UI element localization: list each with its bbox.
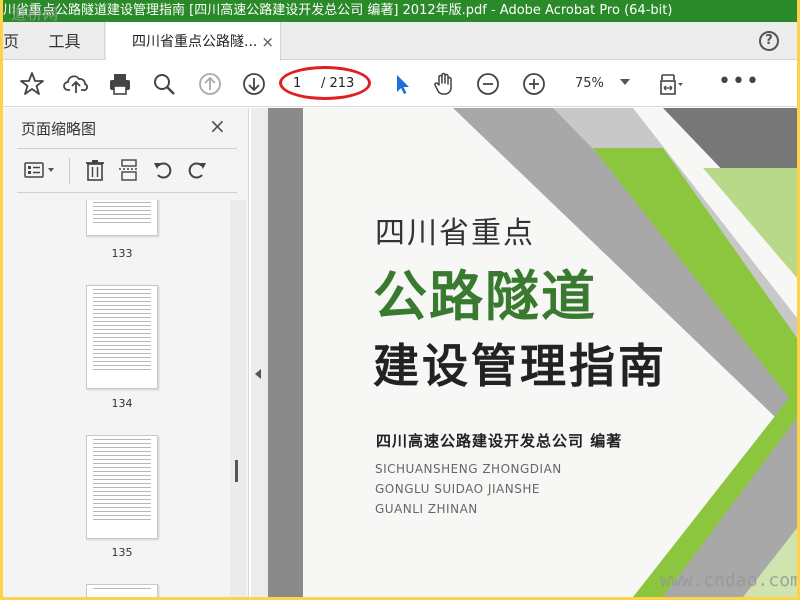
panel-title: 页面缩略图 bbox=[21, 120, 97, 138]
tab-document[interactable]: 四川省重点公路隧... × bbox=[106, 22, 281, 61]
select-cursor-icon[interactable] bbox=[389, 71, 415, 97]
panel-close-icon[interactable]: × bbox=[209, 114, 226, 138]
red-annotation-circle bbox=[279, 66, 371, 100]
thumbnail-page-number: 133 bbox=[111, 247, 133, 260]
search-icon[interactable] bbox=[151, 71, 177, 97]
tab-close-icon[interactable]: × bbox=[261, 22, 274, 62]
zoom-out-icon[interactable] bbox=[475, 71, 501, 97]
delete-trash-icon[interactable] bbox=[83, 158, 107, 182]
print-icon[interactable] bbox=[107, 71, 133, 97]
fit-page-icon[interactable] bbox=[657, 71, 683, 97]
scrollbar-thumb[interactable] bbox=[235, 460, 238, 482]
collapse-left-icon[interactable] bbox=[255, 369, 261, 379]
zoom-level-select[interactable]: 75% bbox=[575, 73, 604, 95]
tab-bar: 页 工具 四川省重点公路隧... × ? bbox=[3, 22, 797, 61]
watermark-logo-top: 道桥网 bbox=[11, 5, 60, 23]
panel-toolbar-separator bbox=[69, 158, 70, 184]
insert-page-icon[interactable] bbox=[117, 158, 141, 182]
cover-title-line1: 四川省重点 bbox=[375, 216, 535, 251]
page-thumbnail-133[interactable] bbox=[86, 200, 158, 236]
cover-pinyin-line3: GUANLI ZHINAN bbox=[375, 502, 478, 516]
page-thumbnail-136[interactable] bbox=[86, 584, 158, 597]
tab-tools[interactable]: 工具 bbox=[25, 22, 105, 60]
main-toolbar: 1 / 213 75% ••• bbox=[3, 61, 797, 107]
cover-title-line3: 建设管理指南 bbox=[373, 339, 667, 393]
tab-document-label: 四川省重点公路隧... bbox=[132, 34, 258, 50]
rotate-right-icon[interactable] bbox=[185, 158, 209, 182]
panel-collapse-handle[interactable] bbox=[251, 108, 268, 597]
cover-title-line2: 公路隧道 bbox=[373, 265, 597, 328]
page-thumbnail-135[interactable] bbox=[86, 435, 158, 539]
previous-page-icon[interactable] bbox=[197, 71, 223, 97]
page-thumbnail-134[interactable] bbox=[86, 285, 158, 389]
thumbnail-list: 133 134 135 bbox=[3, 200, 229, 597]
window-title: 川省重点公路隧道建设管理指南 [四川高速公路建设开发总公司 编著] 2012年版… bbox=[3, 3, 673, 18]
acrobat-window: 川省重点公路隧道建设管理指南 [四川高速公路建设开发总公司 编著] 2012年版… bbox=[3, 0, 797, 597]
thumbnail-options-icon[interactable] bbox=[23, 158, 59, 182]
thumbnail-page-number: 135 bbox=[111, 546, 133, 559]
chevron-down-icon[interactable] bbox=[620, 79, 630, 85]
panel-divider bbox=[17, 192, 237, 193]
panel-divider bbox=[17, 148, 237, 149]
thumbnail-scrollbar[interactable] bbox=[230, 200, 246, 597]
bookmark-star-icon[interactable] bbox=[19, 71, 45, 97]
watermark-url: www.cndao.com bbox=[660, 570, 797, 591]
window-title-bar: 川省重点公路隧道建设管理指南 [四川高速公路建设开发总公司 编著] 2012年版… bbox=[3, 0, 797, 22]
tab-home[interactable]: 页 bbox=[3, 22, 19, 60]
pdf-cover-page: 四川省重点 公路隧道 建设管理指南 四川高速公路建设开发总公司 编著 SICHU… bbox=[303, 108, 797, 597]
cover-pinyin-line2: GONGLU SUIDAO JIANSHE bbox=[375, 482, 540, 496]
more-options-icon[interactable]: ••• bbox=[718, 71, 760, 93]
thumbnail-page-number: 134 bbox=[111, 397, 133, 410]
rotate-left-icon[interactable] bbox=[151, 158, 175, 182]
thumbnail-panel: 页面缩略图 × 133 134 135 bbox=[3, 108, 249, 597]
upload-cloud-icon[interactable] bbox=[63, 71, 89, 97]
next-page-icon[interactable] bbox=[241, 71, 267, 97]
cover-publisher: 四川高速公路建设开发总公司 编著 bbox=[376, 432, 623, 450]
hand-tool-icon[interactable] bbox=[431, 71, 457, 97]
cover-pinyin-line1: SICHUANSHENG ZHONGDIAN bbox=[375, 462, 562, 476]
zoom-in-icon[interactable] bbox=[521, 71, 547, 97]
help-icon[interactable]: ? bbox=[759, 31, 779, 51]
